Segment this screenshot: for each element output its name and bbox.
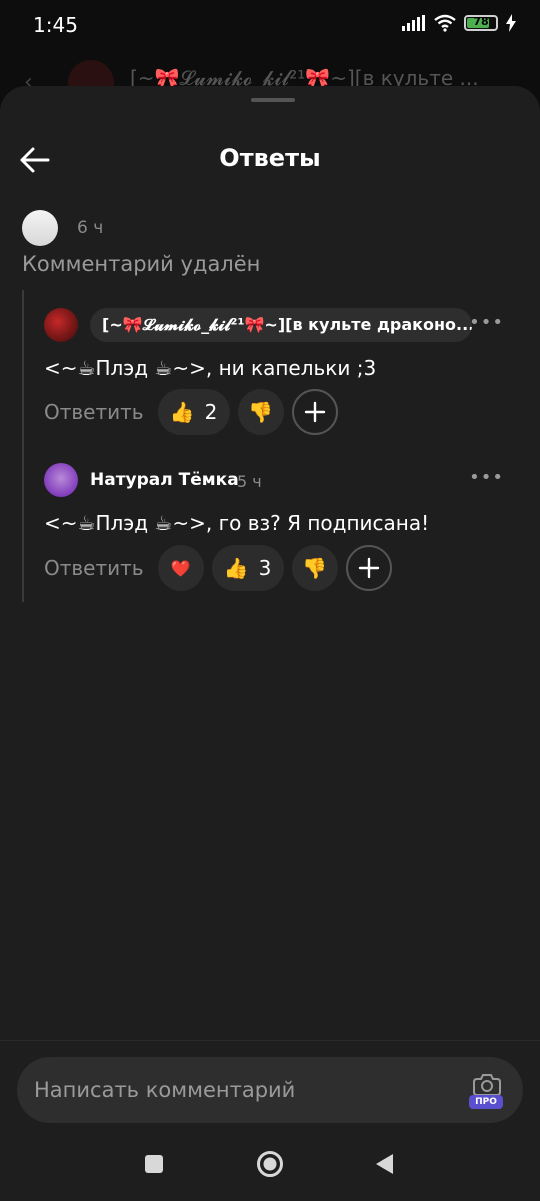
plus-icon (358, 557, 379, 579)
comment-input-placeholder: Написать комментарий (34, 1078, 296, 1102)
like-button[interactable]: 👍 2 (157, 389, 230, 435)
camera-button[interactable]: ПРО (469, 1071, 505, 1109)
author-name-chip[interactable]: [~🎀𝓛𝓾𝓶𝓲𝓴𝓸_𝓴𝓲𝓵²¹🎀~][в культе драконо... (90, 308, 472, 342)
thumbs-up-icon: 👍 (169, 400, 195, 424)
thumbs-down-icon: 👎 (302, 556, 328, 580)
deleted-comment-text: Комментарий удалён (22, 252, 261, 276)
thread-line (22, 290, 24, 602)
reply-button[interactable]: Ответить (44, 556, 144, 580)
pro-badge: ПРО (469, 1095, 503, 1109)
reply-button[interactable]: Ответить (44, 400, 144, 424)
home-button[interactable] (254, 1148, 286, 1180)
back-button[interactable] (368, 1148, 400, 1180)
reply-text: <~☕Плэд ☕~>, ни капельки ;3 (44, 356, 377, 380)
reply-text: <~☕Плэд ☕~>, го вз? Я подписана! (44, 511, 430, 535)
sheet-drag-handle[interactable] (251, 98, 295, 102)
recents-button[interactable] (138, 1148, 170, 1180)
plus-icon (304, 401, 325, 423)
add-reaction-button[interactable] (345, 545, 392, 591)
add-reaction-button[interactable] (291, 389, 338, 435)
dislike-button[interactable]: 👎 (237, 389, 284, 435)
reply-item: Натурал Тёмка 5 ч ••• <~☕Плэд ☕~>, го вз… (44, 463, 514, 593)
circle-icon (257, 1151, 283, 1177)
like-button[interactable]: 👍 3 (211, 545, 284, 591)
deleted-comment-avatar (22, 210, 58, 246)
heart-icon: ❤️ (170, 558, 191, 578)
battery-icon: 78 (464, 15, 498, 31)
deleted-comment-time: 6 ч (77, 218, 104, 238)
dislike-button[interactable]: 👎 (291, 545, 338, 591)
avatar[interactable] (44, 308, 78, 342)
status-bar: 1:45 78 (0, 0, 540, 50)
comment-input[interactable]: Написать комментарий ПРО (17, 1057, 523, 1123)
reply-actions: Ответить ❤️ 👍 3 👎 (44, 545, 392, 591)
page-title: Ответы (219, 144, 321, 172)
triangle-back-icon (376, 1154, 393, 1174)
like-count: 3 (258, 556, 272, 580)
square-icon (145, 1155, 163, 1173)
thumbs-down-icon: 👎 (248, 400, 274, 424)
system-navigation-bar (0, 1130, 540, 1200)
signal-icon (402, 15, 425, 31)
replies-sheet: Ответы 6 ч Комментарий удалён [~🎀𝓛𝓾𝓶𝓲𝓴𝓸_… (0, 86, 540, 1201)
battery-level: 78 (473, 15, 489, 28)
more-options-icon[interactable]: ••• (469, 467, 504, 488)
author-reaction: ❤️ (157, 545, 204, 591)
thumbs-up-icon: 👍 (223, 556, 249, 580)
avatar[interactable] (44, 463, 78, 497)
charging-icon (506, 14, 516, 32)
reply-actions: Ответить 👍 2 👎 (44, 389, 338, 435)
like-count: 2 (204, 400, 218, 424)
wifi-icon (434, 14, 456, 32)
reply-time: 5 ч (237, 472, 262, 491)
status-time: 1:45 (33, 13, 78, 37)
reply-item: [~🎀𝓛𝓾𝓶𝓲𝓴𝓸_𝓴𝓲𝓵²¹🎀~][в культе драконо... •… (44, 308, 514, 438)
more-options-icon[interactable]: ••• (469, 312, 504, 333)
author-name[interactable]: Натурал Тёмка (90, 470, 239, 490)
